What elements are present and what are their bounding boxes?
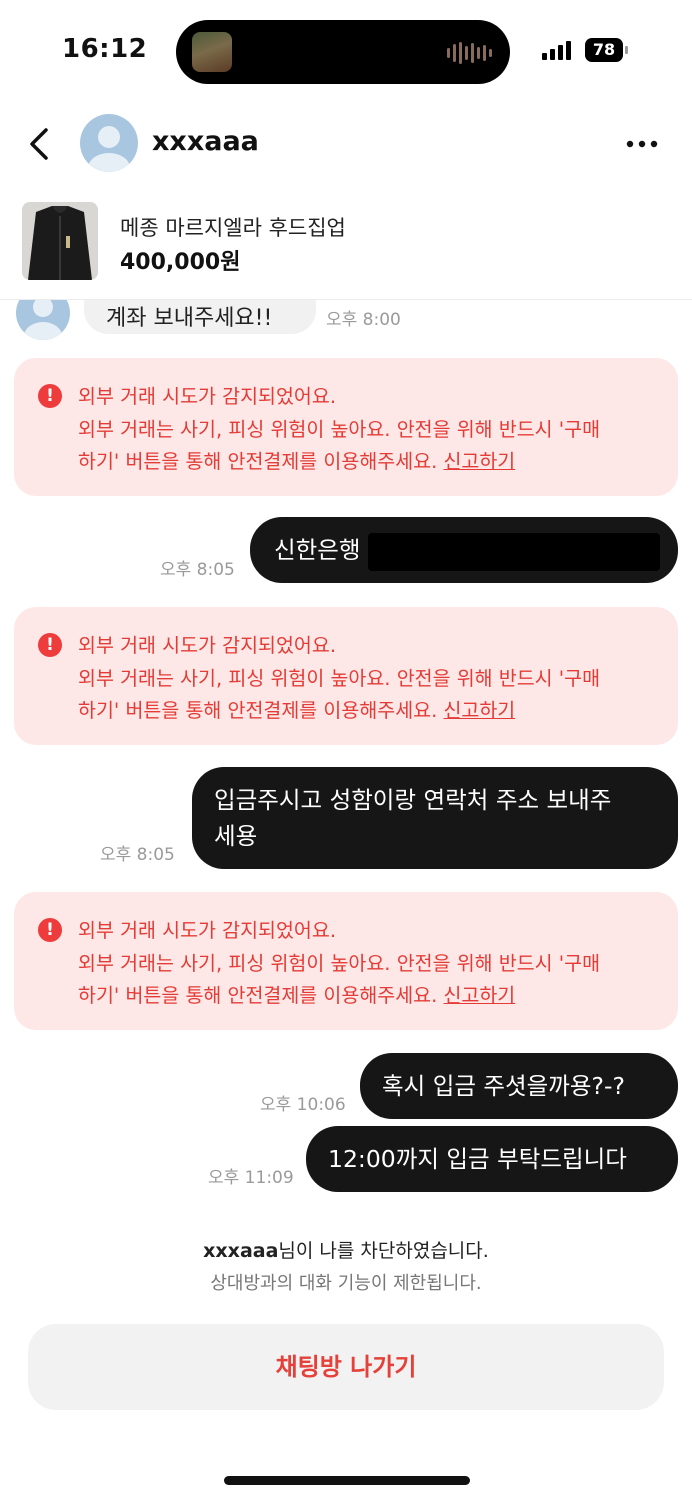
warning-text: 외부 거래는 사기, 피싱 위험이 높아요. 안전을 위해 반드시 '구매 <box>78 667 601 690</box>
back-button[interactable] <box>20 122 60 166</box>
sent-message-bubble[interactable]: 12:00까지 입금 부탁드립니다 <box>306 1126 678 1192</box>
more-options-button[interactable] <box>622 126 662 162</box>
default-user-icon <box>24 300 62 340</box>
status-time: 16:12 <box>62 34 148 64</box>
blocked-notice-subtitle: 상대방과의 대화 기능이 제한됩니다. <box>210 1273 482 1294</box>
exclamation-icon: ! <box>38 384 62 408</box>
more-horizontal-icon <box>626 140 658 148</box>
external-trade-warning: ! 외부 거래 시도가 감지되었어요. 외부 거래는 사기, 피싱 위험이 높아… <box>14 607 678 745</box>
message-time: 오후 8:05 <box>160 560 235 580</box>
message-time: 오후 10:06 <box>260 1095 346 1115</box>
blocked-notice-title: xxxaaa님이 나를 차단하였습니다. <box>0 1236 692 1263</box>
chat-header: xxxaaa <box>0 100 692 190</box>
leave-chat-button[interactable]: 채팅방 나가기 <box>28 1324 664 1410</box>
sent-message-bubble[interactable]: 입금주시고 성함이랑 연락처 주소 보내주 세용 <box>192 767 678 869</box>
cellular-signal-icon <box>542 40 571 60</box>
warning-text-end: 하기' 버튼을 통해 안전결제를 이용해주세요. <box>78 984 438 1007</box>
chat-messages[interactable]: 계좌 보내주세요!! 오후 8:00 ! 외부 거래 시도가 감지되었어요. 외… <box>0 300 692 1220</box>
warning-text: 외부 거래는 사기, 피싱 위험이 높아요. 안전을 위해 반드시 '구매 <box>78 952 601 975</box>
warning-text: 외부 거래는 사기, 피싱 위험이 높아요. 안전을 위해 반드시 '구매 <box>78 418 601 441</box>
battery-tip <box>625 46 628 54</box>
exclamation-icon: ! <box>38 633 62 657</box>
product-card[interactable]: 메종 마르지엘라 후드집업 400,000원 <box>0 196 692 300</box>
received-message-bubble[interactable]: 계좌 보내주세요!! <box>84 300 316 334</box>
avatar[interactable] <box>80 114 138 172</box>
message-time: 오후 8:00 <box>326 310 401 330</box>
default-user-icon <box>88 126 130 172</box>
message-text: 세용 <box>214 822 258 850</box>
report-link[interactable]: 신고하기 <box>443 984 515 1007</box>
warning-text: 하기' 버튼을 통해 안전결제를 이용해주세요. 신고하기 <box>78 979 515 1008</box>
message-text: 계좌 보내주세요!! <box>106 306 273 331</box>
partner-avatar[interactable] <box>16 300 70 340</box>
product-price: 400,000원 <box>120 250 241 275</box>
dynamic-island[interactable] <box>176 20 510 84</box>
chevron-left-icon <box>30 128 48 160</box>
sent-message-bubble[interactable]: 혹시 입금 주셧을까용?-? <box>360 1053 678 1119</box>
external-trade-warning: ! 외부 거래 시도가 감지되었어요. 외부 거래는 사기, 피싱 위험이 높아… <box>14 892 678 1030</box>
exclamation-icon: ! <box>38 918 62 942</box>
message-time: 오후 11:09 <box>208 1168 294 1188</box>
battery-icon: 78 <box>585 38 623 62</box>
warning-text-end: 하기' 버튼을 통해 안전결제를 이용해주세요. <box>78 450 438 473</box>
message-text: 입금주시고 성함이랑 연락처 주소 보내주 <box>214 786 612 814</box>
message-text: 12:00까지 입금 부탁드립니다 <box>328 1145 627 1173</box>
home-indicator[interactable] <box>224 1476 470 1485</box>
report-link[interactable]: 신고하기 <box>443 450 515 473</box>
product-thumbnail <box>22 202 98 280</box>
message-time: 오후 8:05 <box>100 845 175 865</box>
sent-message-bubble[interactable]: 신한은행 <box>250 517 678 583</box>
now-playing-artwork <box>192 32 232 72</box>
hoodie-image <box>22 202 98 280</box>
audio-waveform-icon <box>447 42 492 64</box>
blocked-user-name: xxxaaa <box>203 1240 279 1262</box>
chat-partner-name[interactable]: xxxaaa <box>152 126 259 157</box>
message-text: 혹시 입금 주셧을까용?-? <box>382 1072 625 1100</box>
report-link[interactable]: 신고하기 <box>443 699 515 722</box>
external-trade-warning: ! 외부 거래 시도가 감지되었어요. 외부 거래는 사기, 피싱 위험이 높아… <box>14 358 678 496</box>
blocked-notice: xxxaaa님이 나를 차단하였습니다. 상대방과의 대화 기능이 제한됩니다. <box>0 1236 692 1295</box>
warning-text: 하기' 버튼을 통해 안전결제를 이용해주세요. 신고하기 <box>78 694 515 723</box>
warning-title: 외부 거래 시도가 감지되었어요. <box>78 919 337 942</box>
status-bar: 16:12 78 <box>0 0 692 100</box>
warning-title: 외부 거래 시도가 감지되었어요. <box>78 634 337 657</box>
blocked-notice-suffix: 님이 나를 차단하였습니다. <box>278 1240 489 1262</box>
product-title: 메종 마르지엘라 후드집업 <box>120 216 346 240</box>
redaction-mark <box>368 533 660 571</box>
warning-title: 외부 거래 시도가 감지되었어요. <box>78 385 337 408</box>
message-text: 신한은행 <box>274 536 361 564</box>
warning-text: 하기' 버튼을 통해 안전결제를 이용해주세요. 신고하기 <box>78 445 515 474</box>
warning-text-end: 하기' 버튼을 통해 안전결제를 이용해주세요. <box>78 699 438 722</box>
